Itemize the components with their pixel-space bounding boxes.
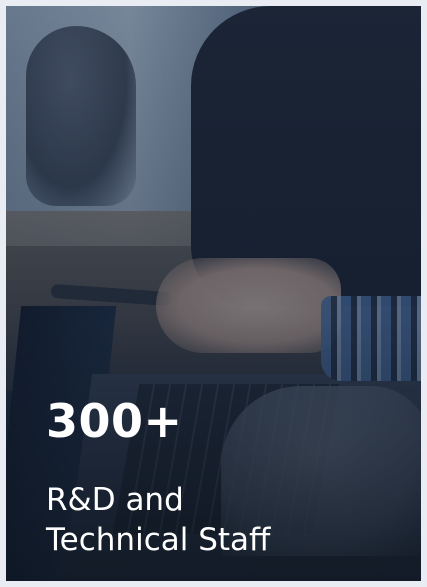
stat-caption-line-1: R&D and	[46, 482, 184, 518]
stat-number: 300+	[46, 394, 183, 448]
stat-caption-line-2: Technical Staff	[46, 522, 271, 558]
stat-card: 300+ R&D and Technical Staff	[6, 6, 421, 581]
stat-caption: R&D and Technical Staff	[46, 480, 406, 560]
